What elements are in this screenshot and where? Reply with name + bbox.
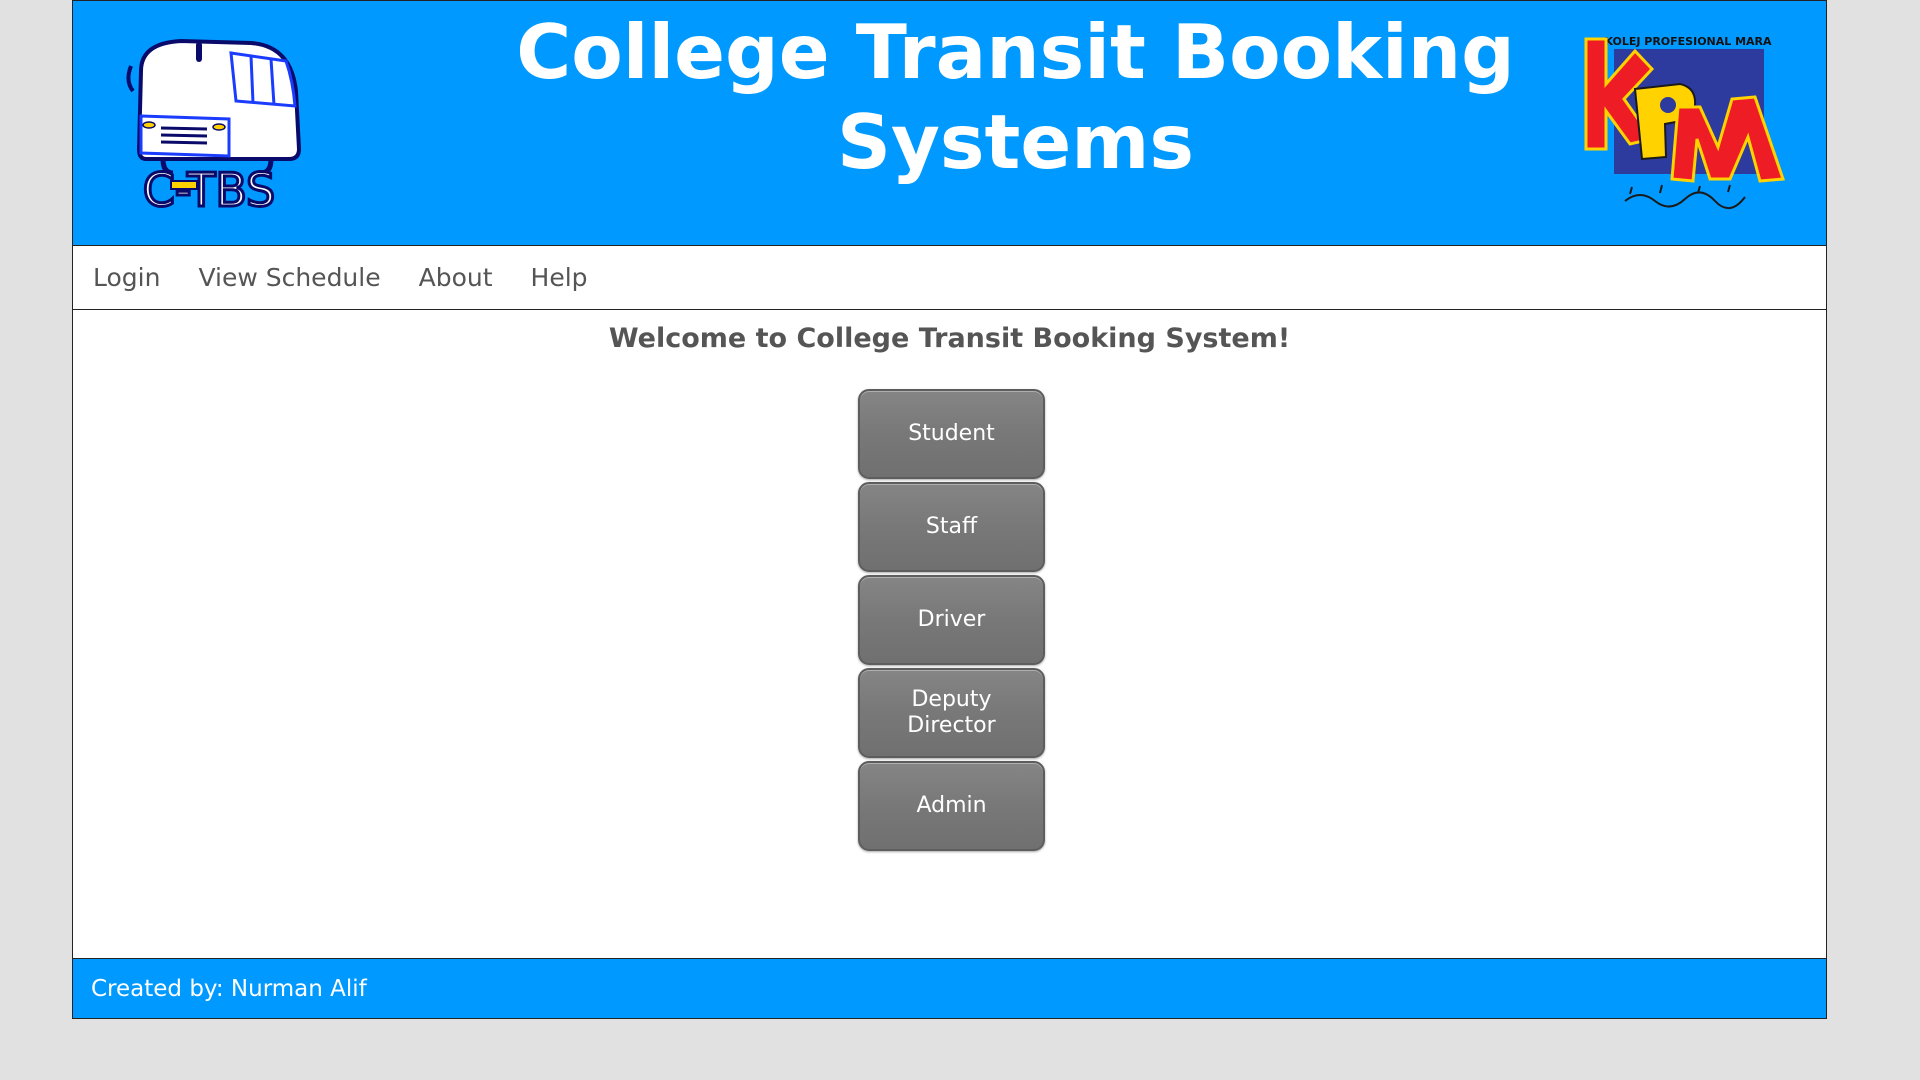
kpm-logo-icon: KOLEJ PROFESIONAL MARA (1584, 35, 1786, 209)
nav-view-schedule-link[interactable]: View Schedule (198, 263, 380, 292)
nav-help-link[interactable]: Help (531, 263, 588, 292)
site-title: College Transit Booking Systems (516, 8, 1515, 186)
admin-button[interactable]: Admin (858, 761, 1045, 851)
svg-text:KOLEJ PROFESIONAL MARA: KOLEJ PROFESIONAL MARA (1604, 35, 1772, 48)
staff-button[interactable]: Staff (858, 482, 1045, 572)
site-footer: Created by: Nurman Alif (73, 958, 1826, 1018)
nav-login-link[interactable]: Login (93, 263, 160, 292)
deputy-director-button[interactable]: Deputy Director (858, 668, 1045, 758)
page-container: C-TBS College Transit Booking Systems KO… (72, 0, 1827, 1019)
footer-credit: Created by: Nurman Alif (91, 975, 367, 1002)
nav-about-link[interactable]: About (419, 263, 493, 292)
site-header: C-TBS College Transit Booking Systems KO… (73, 1, 1826, 246)
student-button[interactable]: Student (858, 389, 1045, 479)
driver-button[interactable]: Driver (858, 575, 1045, 665)
welcome-heading: Welcome to College Transit Booking Syste… (608, 323, 1291, 354)
main-nav: Login View Schedule About Help (73, 246, 1826, 310)
svg-text:C-TBS: C-TBS (143, 163, 276, 211)
bus-logo-icon: C-TBS (126, 38, 301, 211)
role-button-group: Student Staff Driver Deputy Director Adm… (858, 389, 1045, 854)
